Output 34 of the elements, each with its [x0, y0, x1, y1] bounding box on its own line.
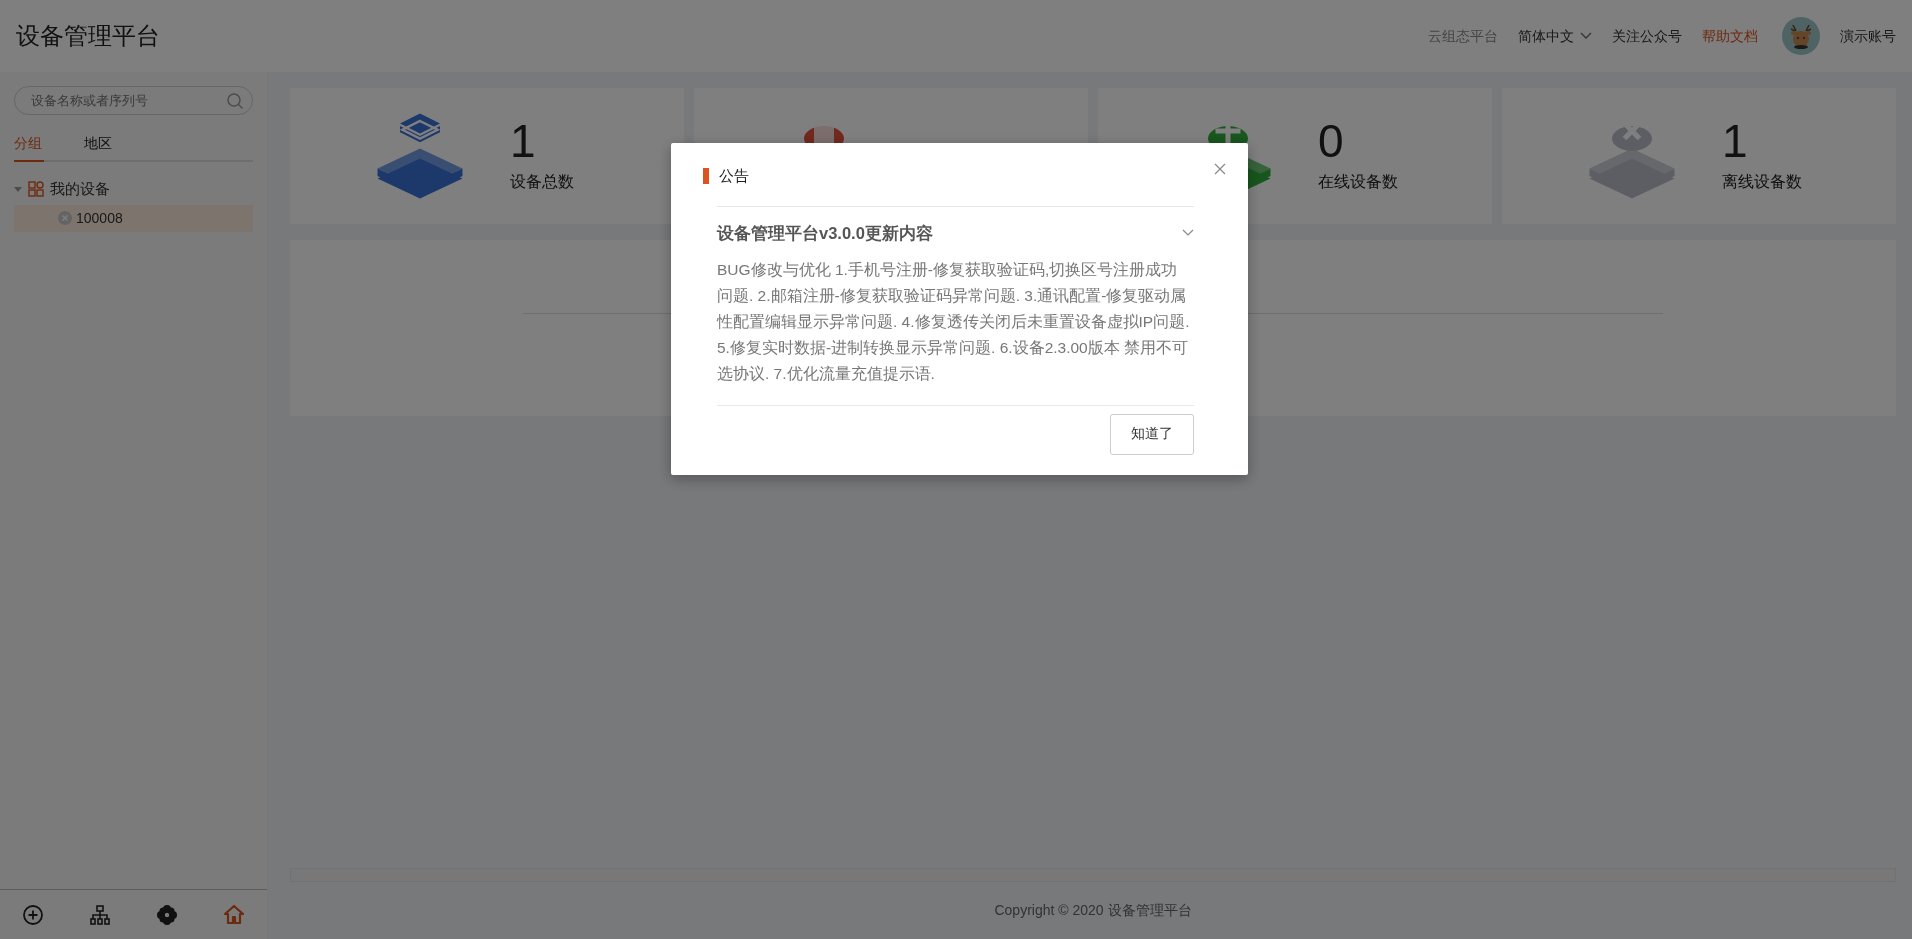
- sidebar-tab[interactable]: 地区: [84, 127, 154, 162]
- copyright-text: Copyright © 2020 设备管理平台: [994, 902, 1192, 918]
- avatar-icon[interactable]: [1782, 17, 1820, 55]
- sidebar-tab[interactable]: 分组: [14, 127, 44, 162]
- stat-value: 1: [510, 118, 537, 164]
- app-title: 设备管理平台: [16, 21, 160, 51]
- tree-node[interactable]: 我的设备: [14, 174, 253, 205]
- close-button[interactable]: [1214, 163, 1226, 175]
- stat-label: 离线设备数: [1722, 172, 1802, 192]
- header-link[interactable]: 关注公众号: [1612, 25, 1682, 47]
- search-icon[interactable]: [226, 92, 244, 110]
- stat-value: 0: [1318, 118, 1345, 164]
- collapse-header[interactable]: 设备管理平台v3.0.0更新内容: [717, 205, 1194, 258]
- chevron-down-icon: [1580, 32, 1592, 40]
- home-icon[interactable]: [222, 903, 245, 926]
- account-name[interactable]: 演示账号: [1840, 25, 1896, 47]
- acknowledge-button[interactable]: 知道了: [1110, 414, 1194, 455]
- section-title: 设备管理平台v3.0.0更新内容: [717, 222, 933, 244]
- search-field[interactable]: 设备名称或者序列号: [14, 86, 253, 115]
- grid-icon: [28, 181, 44, 198]
- device-item[interactable]: 100008: [14, 204, 253, 232]
- chevron-icon[interactable]: [1182, 228, 1194, 237]
- language-dropdown[interactable]: 简体中文: [1518, 25, 1592, 47]
- header-link[interactable]: 帮助文档: [1702, 25, 1758, 47]
- announcement-text: BUG修改与优化 1.手机号注册-修复获取验证码,切换区号注册成功问题. 2.邮箱注册-修复获取验证码异常问题. 3.通讯配置-修复驱动属性配置编辑显示异常问题. 4.修复透传关闭后未重置设备虚拟IP问题. 5.修复实时数据-进制转换显示异常问题. 6.设备2.3.00版本 禁用不可选协议. 7.优化流量充值提示语.: [717, 257, 1194, 407]
- stat-label: 在线设备数: [1318, 172, 1398, 192]
- dialog-title: 公告: [719, 166, 749, 186]
- stat-value: 1: [1722, 118, 1749, 164]
- flower-icon[interactable]: [155, 903, 178, 926]
- hierarchy-icon[interactable]: [89, 903, 112, 926]
- caret-icon[interactable]: [14, 185, 22, 194]
- add-icon[interactable]: [22, 903, 45, 926]
- stat-label: 设备总数: [510, 172, 574, 192]
- title-marker: [703, 168, 709, 185]
